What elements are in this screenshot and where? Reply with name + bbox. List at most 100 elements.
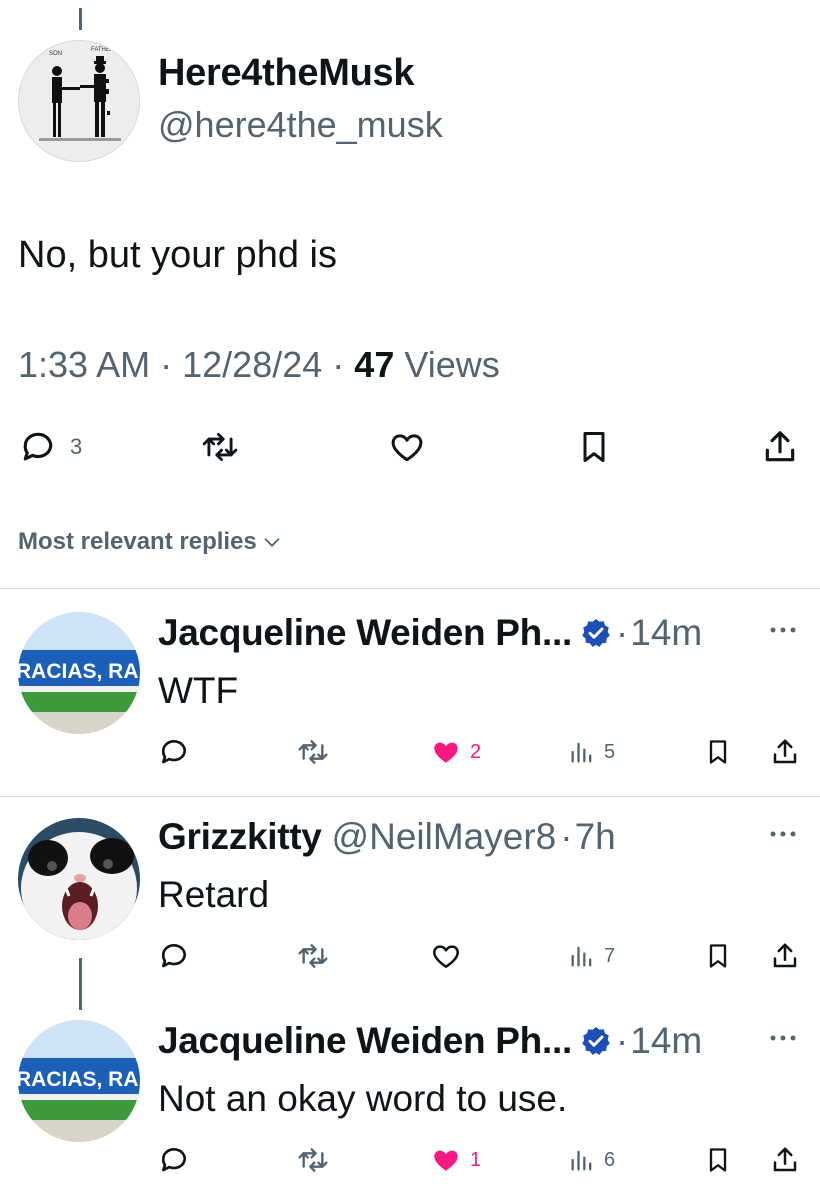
reply-header: Jacqueline Weiden Ph... · 14m bbox=[158, 1020, 702, 1062]
bookmark-button[interactable] bbox=[704, 736, 732, 768]
divider bbox=[0, 588, 820, 589]
meta-separator: · bbox=[160, 344, 173, 385]
main-tweet-text: No, but your phd is bbox=[18, 234, 337, 276]
bookmark-button[interactable] bbox=[704, 1144, 732, 1176]
retweet-button[interactable] bbox=[296, 940, 330, 972]
like-button[interactable] bbox=[430, 940, 462, 972]
sort-replies-dropdown[interactable]: Most relevant replies bbox=[18, 528, 283, 556]
reply-icon bbox=[161, 740, 186, 764]
reply-display-name[interactable]: Jacqueline Weiden Ph... bbox=[158, 1020, 572, 1062]
reply-time[interactable]: 14m bbox=[630, 612, 702, 654]
share-icon bbox=[765, 431, 795, 462]
tweet-meta: 1:33 AM · 12/28/24 · 47 Views bbox=[18, 344, 500, 386]
share-icon bbox=[773, 739, 797, 764]
reply-text: Retard bbox=[158, 874, 270, 915]
bookmark-icon bbox=[709, 740, 727, 764]
bookmark-button[interactable] bbox=[576, 428, 612, 466]
share-button[interactable] bbox=[770, 1144, 800, 1176]
avatar-banner-text: RACIAS, RAFA bbox=[18, 660, 140, 683]
bookmark-icon bbox=[709, 1148, 727, 1172]
like-icon-filled bbox=[434, 1150, 458, 1171]
stadium-avatar-image: RACIAS, RAFA bbox=[18, 1020, 140, 1142]
header-separator: · bbox=[615, 1020, 629, 1061]
share-icon bbox=[773, 943, 797, 968]
avatar-father-label: FATHER bbox=[91, 47, 115, 53]
verified-icon bbox=[582, 1027, 610, 1055]
retweet-icon bbox=[202, 432, 238, 462]
retweet-icon bbox=[298, 944, 328, 968]
retweet-icon bbox=[298, 1148, 328, 1172]
views-count: 47 bbox=[354, 344, 395, 385]
stadium-avatar-image: RACIAS, RAFA bbox=[18, 612, 140, 734]
reply-button[interactable]: 3 bbox=[18, 428, 82, 466]
avatar-banner-text: RACIAS, RAFA bbox=[18, 1068, 140, 1091]
verified-icon bbox=[582, 619, 610, 647]
reply-button[interactable] bbox=[158, 736, 190, 768]
reply-handle[interactable]: @NeilMayer8 bbox=[332, 816, 557, 858]
retweet-button[interactable] bbox=[296, 1144, 330, 1176]
share-button[interactable] bbox=[770, 940, 800, 972]
thread-connector-top bbox=[79, 8, 82, 30]
retweet-button[interactable] bbox=[296, 736, 330, 768]
cat-avatar-image bbox=[18, 818, 140, 940]
reply-display-name[interactable]: Jacqueline Weiden Ph... bbox=[158, 612, 572, 654]
more-icon bbox=[770, 627, 796, 633]
retweet-icon bbox=[298, 740, 328, 764]
main-avatar[interactable]: SON FATHER bbox=[18, 40, 140, 162]
reply-header: Grizzkitty @NeilMayer8 · 7h bbox=[158, 816, 616, 858]
thread-connector bbox=[79, 958, 82, 1010]
more-icon bbox=[770, 1035, 796, 1041]
avatar-son-label: SON bbox=[49, 51, 62, 57]
reply-icon bbox=[161, 1148, 186, 1172]
like-icon-filled bbox=[434, 742, 458, 763]
views-icon bbox=[571, 1150, 592, 1171]
views-count: 6 bbox=[604, 1148, 616, 1171]
header-separator: · bbox=[560, 816, 573, 857]
like-button[interactable] bbox=[386, 428, 428, 466]
more-options-button[interactable] bbox=[768, 622, 798, 638]
share-button[interactable] bbox=[770, 736, 800, 768]
reply-avatar[interactable]: RACIAS, RAFA bbox=[18, 1020, 140, 1142]
like-icon bbox=[391, 434, 423, 462]
more-options-button[interactable] bbox=[768, 826, 798, 842]
reply-button[interactable] bbox=[158, 1144, 190, 1176]
views-button[interactable]: 7 bbox=[568, 940, 615, 972]
retweet-button[interactable] bbox=[198, 428, 242, 466]
views-label: Views bbox=[404, 344, 500, 385]
main-handle[interactable]: @here4the_musk bbox=[158, 104, 443, 146]
share-icon bbox=[773, 1147, 797, 1172]
divider bbox=[0, 796, 820, 797]
views-button[interactable]: 6 bbox=[568, 1144, 615, 1176]
main-display-name[interactable]: Here4theMusk bbox=[158, 52, 414, 95]
bookmark-icon bbox=[709, 944, 727, 968]
header-separator: · bbox=[615, 612, 629, 653]
reply-avatar[interactable] bbox=[18, 818, 140, 940]
tweet-date[interactable]: 12/28/24 bbox=[182, 344, 322, 385]
share-button[interactable] bbox=[760, 428, 800, 466]
reply-display-name[interactable]: Grizzkitty bbox=[158, 816, 322, 858]
bookmark-icon bbox=[583, 432, 605, 462]
like-button[interactable]: 2 bbox=[430, 736, 481, 768]
like-count: 1 bbox=[470, 1148, 482, 1171]
meta-separator: · bbox=[332, 344, 345, 385]
views-count: 7 bbox=[604, 944, 616, 967]
like-button[interactable]: 1 bbox=[430, 1144, 481, 1176]
views-button[interactable]: 5 bbox=[568, 736, 615, 768]
reply-icon bbox=[23, 432, 53, 461]
tweet-time[interactable]: 1:33 AM bbox=[18, 344, 150, 385]
sort-replies-label: Most relevant replies bbox=[18, 528, 257, 555]
reply-button[interactable] bbox=[158, 940, 190, 972]
reply-avatar[interactable]: RACIAS, RAFA bbox=[18, 612, 140, 734]
reply-text: WTF bbox=[158, 670, 239, 711]
like-icon bbox=[433, 945, 459, 968]
reply-time[interactable]: 14m bbox=[630, 1020, 702, 1062]
views-icon bbox=[571, 742, 592, 763]
views-icon bbox=[571, 946, 592, 967]
reply-time[interactable]: 7h bbox=[575, 816, 616, 858]
more-icon bbox=[770, 831, 796, 837]
bookmark-button[interactable] bbox=[704, 940, 732, 972]
more-options-button[interactable] bbox=[768, 1030, 798, 1046]
reply-text: Not an okay word to use. bbox=[158, 1078, 568, 1119]
reply-count: 3 bbox=[70, 434, 83, 459]
like-count: 2 bbox=[470, 740, 482, 763]
